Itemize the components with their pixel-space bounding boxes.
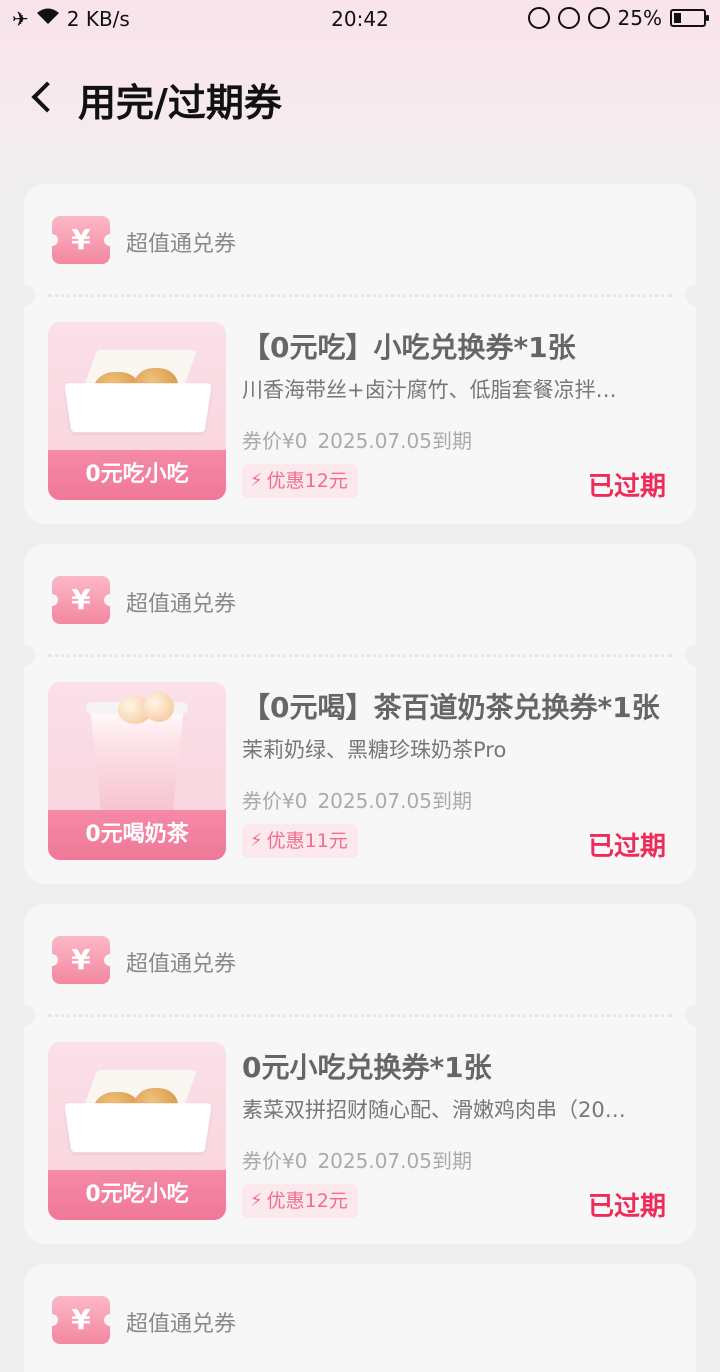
coupon-description: 川香海带丝+卤汁腐竹、低脂套餐凉拌… — [242, 378, 617, 402]
coupon-type-label: 超值通兑券 — [126, 232, 237, 257]
coupon-description: 素菜双拼招财随心配、滑嫩鸡肉串（20… — [242, 1098, 626, 1122]
battery-percent: 25% — [617, 6, 662, 30]
coupon-meta: 券价¥0 2025.07.05到期 — [242, 1145, 472, 1174]
lightning-icon: ⚡ — [250, 470, 263, 491]
status-right: 25% — [527, 6, 709, 30]
discount-text: 优惠11元 — [266, 830, 348, 852]
coupon-card[interactable]: ¥ 超值通兑券 — [24, 1264, 696, 1372]
expired-status: 已过期 — [587, 1192, 666, 1222]
card-notch — [685, 644, 696, 666]
coupon-thumbnail: 0元吃小吃 — [48, 1042, 226, 1220]
coupon-card-header: ¥ 超值通兑券 — [24, 904, 696, 1014]
ticket-yen-icon: ¥ — [46, 1296, 116, 1344]
chevron-left-icon[interactable] — [31, 81, 63, 113]
discount-badge: ⚡ 优惠12元 — [242, 1184, 358, 1218]
ticket-yen-icon: ¥ — [46, 216, 116, 264]
status-bar: ✈ 2 KB/s 20:42 25% — [0, 0, 720, 38]
expired-status: 已过期 — [587, 472, 666, 502]
coupon-meta: 券价¥0 2025.07.05到期 — [242, 785, 472, 814]
coupon-title: 0元小吃兑换券*1张 — [242, 1051, 492, 1084]
coupon-price: 券价¥0 — [242, 789, 308, 813]
lightning-icon: ⚡ — [250, 830, 263, 851]
coupon-expiry: 2025.07.05到期 — [317, 1149, 472, 1173]
coupon-thumbnail: 0元吃小吃 — [48, 322, 226, 500]
coupon-expiry: 2025.07.05到期 — [317, 789, 472, 813]
page-header: 用完/过期券 — [0, 62, 720, 138]
coupon-price: 券价¥0 — [242, 1149, 308, 1173]
expired-status: 已过期 — [587, 832, 666, 862]
thumbnail-label: 0元吃小吃 — [48, 1170, 226, 1220]
coupon-type-label: 超值通兑券 — [126, 1312, 237, 1337]
card-notch — [685, 284, 696, 306]
thumbnail-label: 0元吃小吃 — [48, 450, 226, 500]
card-divider — [48, 1014, 672, 1017]
coupon-description: 茉莉奶绿、黑糖珍珠奶茶Pro — [242, 738, 507, 762]
ticket-yen-icon: ¥ — [46, 936, 116, 984]
page-title: 用完/过期券 — [78, 81, 282, 125]
discount-badge: ⚡ 优惠12元 — [242, 464, 358, 498]
coupon-card[interactable]: ¥ 超值通兑券 0元吃小吃 【0元吃】小吃兑换券*1张 川香海带丝+卤汁腐竹、低… — [24, 184, 696, 524]
thumbnail-label: 0元喝奶茶 — [48, 810, 226, 860]
rotation-lock-icon — [557, 7, 580, 29]
coupon-title: 【0元吃】小吃兑换券*1张 — [242, 331, 576, 364]
battery-level — [674, 13, 681, 23]
discount-text: 优惠12元 — [266, 1190, 348, 1212]
card-divider — [48, 294, 672, 297]
card-divider — [48, 654, 672, 657]
discount-text: 优惠12元 — [266, 470, 348, 492]
coupon-card-header: ¥ 超值通兑券 — [24, 184, 696, 294]
lightning-icon: ⚡ — [250, 1190, 263, 1211]
coupon-expiry: 2025.07.05到期 — [317, 429, 472, 453]
coupon-card-header: ¥ 超值通兑券 — [24, 544, 696, 654]
battery-icon — [670, 9, 709, 27]
coupon-thumbnail: 0元喝奶茶 — [48, 682, 226, 860]
coupon-type-label: 超值通兑券 — [126, 592, 237, 617]
ticket-yen-icon: ¥ — [46, 576, 116, 624]
coupon-price: 券价¥0 — [242, 429, 308, 453]
coupon-title: 【0元喝】茶百道奶茶兑换券*1张 — [242, 691, 660, 724]
discount-badge: ⚡ 优惠11元 — [242, 824, 358, 858]
coupon-card-header: ¥ 超值通兑券 — [24, 1264, 696, 1372]
moon-icon — [527, 7, 550, 29]
alarm-icon — [587, 7, 610, 29]
coupon-card[interactable]: ¥ 超值通兑券 0元喝奶茶 【0元喝】茶百道奶茶兑换券*1张 茉莉奶绿、黑糖珍珠… — [24, 544, 696, 884]
coupon-type-label: 超值通兑券 — [126, 952, 237, 977]
card-notch — [685, 1004, 696, 1026]
coupon-card[interactable]: ¥ 超值通兑券 0元吃小吃 0元小吃兑换券*1张 素菜双拼招财随心配、滑嫩鸡肉串… — [24, 904, 696, 1244]
coupon-meta: 券价¥0 2025.07.05到期 — [242, 425, 472, 454]
